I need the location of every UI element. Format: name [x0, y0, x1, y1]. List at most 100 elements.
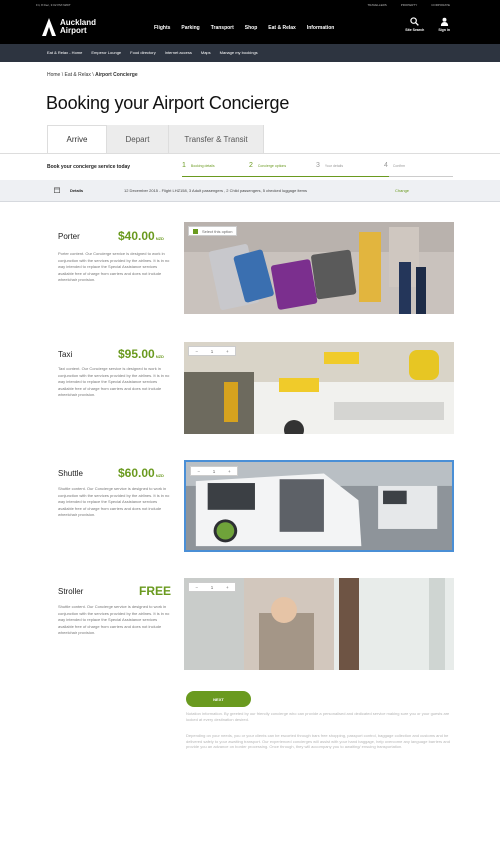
user-icon	[440, 17, 448, 26]
price-currency: NZD	[155, 473, 164, 478]
increase-icon[interactable]: +	[228, 469, 231, 474]
service-description: Shuttle content. Our Concierge service i…	[58, 604, 170, 636]
booking-steps: Book your concierge service today 1 Book…	[0, 154, 500, 178]
main-navigation: Auckland Airport Flights Parking Transpo…	[0, 10, 500, 44]
subnav-manage-bookings[interactable]: Manage my bookings	[220, 50, 258, 55]
primary-nav: Flights Parking Transport Shop Eat & Rel…	[154, 25, 334, 31]
calendar-icon	[54, 187, 60, 193]
travellers-link[interactable]: TRAVELLERS	[367, 3, 386, 7]
subnav-internet-access[interactable]: Internet access	[165, 50, 192, 55]
breadcrumb-home[interactable]: Home	[47, 72, 60, 78]
weather-text: Fri, 8 Dec, 3:02 PM NZDT	[36, 3, 71, 7]
breadcrumb-section[interactable]: Eat & Relax	[65, 72, 91, 78]
nav-information[interactable]: Information	[307, 25, 335, 31]
steps-lead-text: Book your concierge service today	[47, 164, 131, 170]
subnav-maps[interactable]: Maps	[201, 50, 211, 55]
step-label: Confirm	[392, 163, 406, 168]
change-details-link[interactable]: Change	[395, 188, 409, 193]
tab-transfer-transit[interactable]: Transfer & Transit	[169, 125, 264, 153]
sign-in-label: Sign in	[438, 28, 450, 32]
footnote-intro: Notation information. By greeted by our …	[186, 711, 450, 722]
quantity-value: 1	[210, 348, 214, 354]
logo-mark-icon	[42, 18, 56, 36]
service-name: Stroller	[58, 587, 84, 596]
nav-transport[interactable]: Transport	[211, 25, 234, 31]
audience-links: TRAVELLERS PROPERTY CORPORATE	[367, 3, 450, 7]
property-link[interactable]: PROPERTY	[401, 3, 417, 7]
service-name: Porter	[58, 232, 80, 241]
sign-in-button[interactable]: Sign in	[438, 17, 450, 32]
quantity-value: 1	[212, 468, 216, 474]
nav-flights[interactable]: Flights	[154, 25, 170, 31]
service-price: FREE	[139, 584, 172, 598]
step-label: Concierge options	[257, 163, 287, 168]
service-price: $95.00NZD	[118, 347, 164, 361]
search-icon	[410, 17, 420, 26]
booking-details-bar: Details 12 December 2015 - Flight LHZ158…	[0, 180, 500, 202]
shuttle-photo: − 1 +	[184, 460, 454, 552]
section-subnav: Eat & Relax - Home Emperor Lounge Food d…	[0, 44, 500, 62]
price-currency: NZD	[155, 236, 164, 241]
airport-logo[interactable]: Auckland Airport	[42, 16, 96, 38]
decrease-icon[interactable]: −	[195, 349, 198, 354]
service-name: Taxi	[58, 350, 73, 359]
nav-parking[interactable]: Parking	[181, 25, 199, 31]
service-description: Porter content. Our Concierge service is…	[58, 251, 170, 283]
step-label: Booking details	[190, 163, 215, 168]
price-amount: FREE	[139, 584, 172, 598]
breadcrumb: Home \ Eat & Relax \ Airport Concierge	[47, 72, 138, 78]
step-1: 1 Booking details	[182, 162, 215, 169]
decrease-icon[interactable]: −	[195, 585, 198, 590]
service-price: $60.00NZD	[118, 466, 164, 480]
increase-icon[interactable]: +	[226, 585, 229, 590]
step-2: 2 Concierge options	[249, 162, 286, 169]
breadcrumb-separator: \	[61, 72, 64, 78]
logo-line-2: Airport	[60, 26, 87, 35]
step-number: 4	[384, 162, 388, 169]
service-name: Shuttle	[58, 469, 83, 478]
details-summary: 12 December 2015 - Flight LHZ158, 3 Adul…	[124, 188, 307, 193]
taxi-quantity-stepper[interactable]: − 1 +	[188, 346, 236, 356]
select-option-control[interactable]: Select this option	[188, 226, 238, 236]
journey-tabs: Arrive Depart Transfer & Transit	[47, 125, 264, 153]
breadcrumb-separator: \	[92, 72, 94, 78]
footnote-details: Depending on your needs, you or your cli…	[186, 733, 450, 750]
service-description: Shuttle content. Our Concierge service i…	[58, 486, 170, 518]
header-tools: Site Search Sign in	[405, 17, 450, 32]
price-amount: $60.00	[118, 466, 155, 480]
subnav-eat-relax-home[interactable]: Eat & Relax - Home	[47, 50, 82, 55]
subnav-food-directory[interactable]: Food directory	[130, 50, 156, 55]
increase-icon[interactable]: +	[226, 349, 229, 354]
select-option-label: Select this option	[202, 228, 233, 234]
step-remaining-bar	[389, 176, 453, 177]
shuttle-quantity-stepper[interactable]: − 1 +	[190, 466, 238, 476]
site-search-label: Site Search	[405, 28, 425, 32]
nav-shop[interactable]: Shop	[245, 25, 258, 31]
step-progress-bar	[182, 176, 389, 177]
subnav-emperor-lounge[interactable]: Emperor Lounge	[91, 50, 121, 55]
step-number: 3	[316, 162, 320, 169]
service-price: $40.00NZD	[118, 229, 164, 243]
page-title: Booking your Airport Concierge	[46, 93, 290, 113]
step-number: 1	[182, 162, 186, 169]
site-search-button[interactable]: Site Search	[405, 17, 424, 32]
next-button[interactable]: NEXT	[186, 691, 251, 707]
step-number: 2	[249, 162, 253, 169]
nav-eat-relax[interactable]: Eat & Relax	[268, 25, 296, 31]
price-amount: $40.00	[118, 229, 155, 243]
decrease-icon[interactable]: −	[197, 469, 200, 474]
details-label: Details	[70, 188, 84, 193]
step-3: 3 Your details	[316, 162, 343, 169]
price-currency: NZD	[155, 354, 164, 359]
stroller-photo: − 1 +	[184, 578, 454, 670]
porter-photo: Select this option	[184, 222, 454, 314]
checkbox-icon	[193, 228, 198, 234]
tab-arrive[interactable]: Arrive	[47, 125, 107, 153]
tab-depart[interactable]: Depart	[107, 125, 169, 153]
quantity-value: 1	[210, 584, 214, 590]
corporate-link[interactable]: CORPORATE	[431, 3, 450, 7]
stroller-quantity-stepper[interactable]: − 1 +	[188, 582, 236, 592]
price-amount: $95.00	[118, 347, 155, 361]
breadcrumb-current: Airport Concierge	[95, 72, 138, 78]
utility-bar: Fri, 8 Dec, 3:02 PM NZDT TRAVELLERS PROP…	[0, 0, 500, 10]
